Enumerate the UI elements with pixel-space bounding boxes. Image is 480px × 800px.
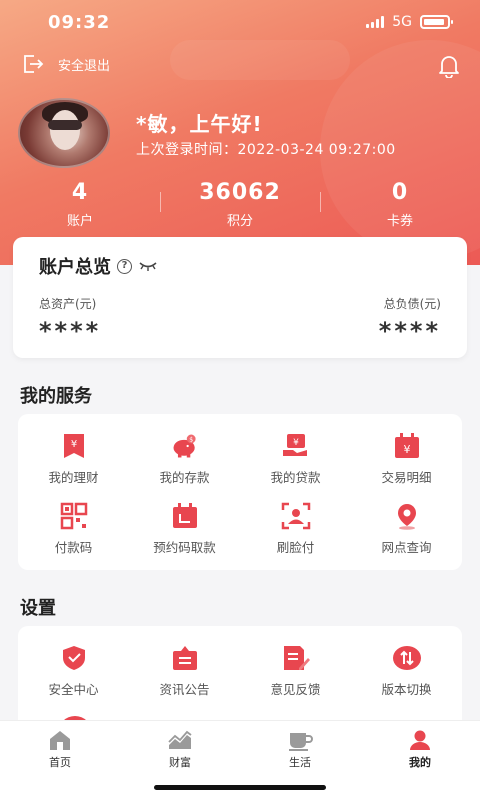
shield-icon — [59, 644, 89, 672]
announcement-icon — [170, 644, 200, 672]
home-indicator — [154, 785, 326, 790]
service-my-wealth[interactable]: ¥ 我的理财 — [18, 414, 129, 485]
total-liabilities-value: **** — [378, 317, 441, 345]
services-card: ¥ 我的理财 $ 我的存款 ¥ 我的贷款 ¥ 交易明细 付款码 预约码取款 刷脸… — [18, 414, 462, 570]
overview-title: 账户总览 — [39, 257, 111, 278]
stat-label: 卡券 — [386, 214, 413, 229]
setting-label: 资讯公告 — [159, 682, 210, 697]
account-overview-card: 账户总览 ? 总资产(元) 总负债(元) **** **** — [13, 237, 467, 358]
stat-label: 账户 — [66, 214, 93, 229]
svg-text:¥: ¥ — [70, 439, 76, 450]
cup-icon — [289, 733, 313, 751]
setting-label: 安全中心 — [48, 682, 99, 697]
total-assets-label: 总资产(元) — [39, 297, 97, 311]
home-icon — [50, 731, 70, 750]
service-label: 网点查询 — [381, 540, 432, 555]
stat-accounts[interactable]: 4 账户 — [0, 180, 160, 232]
service-branch-query[interactable]: 网点查询 — [351, 484, 462, 555]
logout-label: 安全退出 — [58, 58, 111, 74]
svg-text:¥: ¥ — [293, 438, 299, 448]
bell-icon — [439, 56, 459, 79]
wealth-icon: ¥ — [59, 432, 89, 460]
eye-closed-icon[interactable] — [138, 256, 158, 277]
service-my-loans[interactable]: ¥ 我的贷款 — [240, 414, 351, 485]
avatar[interactable] — [18, 98, 110, 168]
service-face-pay[interactable]: 刷脸付 — [240, 484, 351, 555]
qr-code-icon — [59, 502, 89, 530]
tab-label: 生活 — [289, 756, 311, 769]
battery-icon — [420, 15, 453, 29]
stat-value: 4 — [71, 180, 89, 205]
logout-button[interactable]: 安全退出 — [22, 54, 110, 74]
stat-label: 积分 — [226, 214, 253, 229]
services-title: 我的服务 — [20, 386, 92, 407]
tab-label: 财富 — [169, 756, 191, 769]
feedback-icon — [281, 644, 311, 672]
last-login-text: 上次登录时间：2022-03-24 09:27:00 — [136, 142, 396, 158]
service-label: 付款码 — [54, 540, 93, 555]
svg-text:$: $ — [189, 437, 193, 444]
svg-text:¥: ¥ — [403, 443, 410, 456]
tab-life[interactable]: 生活 — [240, 721, 360, 771]
calendar-yen-icon: ¥ — [392, 432, 422, 460]
status-time: 09:32 — [48, 12, 111, 33]
greeting-text: *敏，上午好! — [136, 112, 263, 136]
network-type: 5G — [392, 14, 412, 30]
total-liabilities-label: 总负债(元) — [383, 297, 441, 311]
help-icon[interactable]: ? — [117, 258, 132, 274]
service-my-deposits[interactable]: $ 我的存款 — [129, 414, 240, 485]
settings-title: 设置 — [20, 598, 56, 619]
face-scan-icon — [281, 502, 311, 530]
service-label: 刷脸付 — [276, 540, 315, 555]
loan-icon: ¥ — [281, 432, 311, 460]
account-stats: 4 账户 36062 积分 0 卡券 — [0, 180, 480, 232]
chart-icon — [168, 730, 192, 749]
bottom-tab-bar: 首页 财富 生活 我的 — [0, 720, 480, 800]
tab-mine[interactable]: 我的 — [360, 721, 480, 771]
logout-icon — [24, 55, 44, 73]
piggy-bank-icon: $ — [170, 432, 200, 460]
stat-value: 36062 — [199, 180, 281, 205]
service-transactions[interactable]: ¥ 交易明细 — [351, 414, 462, 485]
setting-announcements[interactable]: 资讯公告 — [129, 626, 240, 697]
setting-feedback[interactable]: 意见反馈 — [240, 626, 351, 697]
setting-label: 意见反馈 — [270, 682, 321, 697]
setting-security-center[interactable]: 安全中心 — [18, 626, 129, 697]
setting-label: 版本切换 — [381, 682, 432, 697]
notification-button[interactable] — [438, 54, 460, 82]
status-bar: 09:32 5G — [0, 0, 480, 48]
service-label: 预约码取款 — [153, 540, 216, 555]
tab-label: 我的 — [409, 756, 431, 769]
stat-points[interactable]: 36062 积分 — [160, 180, 320, 232]
setting-version-switch[interactable]: 版本切换 — [351, 626, 462, 697]
location-pin-icon — [392, 502, 422, 530]
service-reserve-withdraw[interactable]: 预约码取款 — [129, 484, 240, 555]
tab-wealth[interactable]: 财富 — [120, 721, 240, 771]
user-icon — [410, 730, 430, 750]
total-assets-value: **** — [39, 317, 102, 345]
tab-label: 首页 — [49, 756, 71, 769]
signal-icon — [366, 16, 385, 28]
service-payment-code[interactable]: 付款码 — [18, 484, 129, 555]
stat-coupons[interactable]: 0 卡券 — [320, 180, 480, 232]
stat-value: 0 — [391, 180, 409, 205]
calendar-withdraw-icon — [170, 502, 200, 530]
switch-icon — [392, 644, 422, 672]
tab-home[interactable]: 首页 — [0, 721, 120, 771]
